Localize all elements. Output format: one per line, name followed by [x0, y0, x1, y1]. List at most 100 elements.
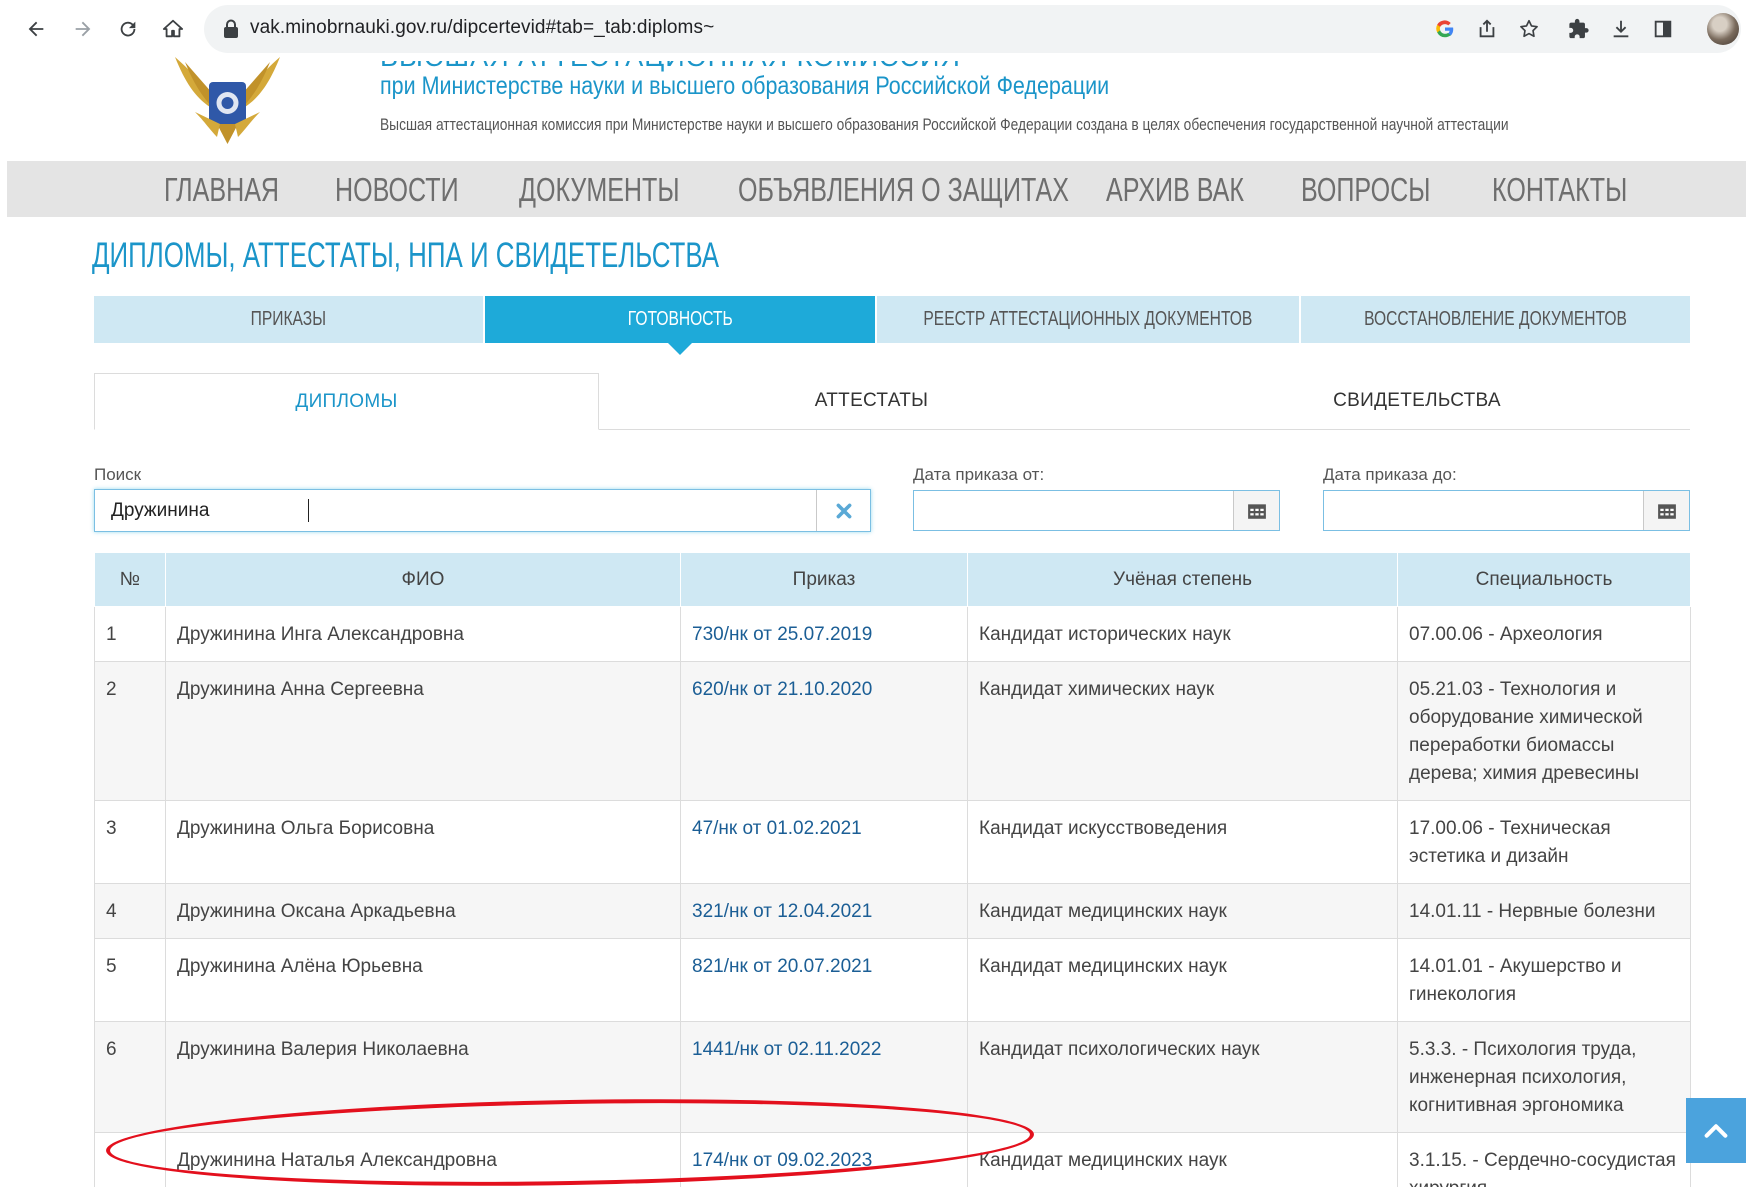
section-tabs: ПРИКАЗЫ ГОТОВНОСТЬ РЕЕСТР АТТЕСТАЦИОННЫХ… [94, 296, 1691, 355]
row-number: 1 [94, 606, 166, 662]
address-bar[interactable]: vak.minobrnauki.gov.ru/dipcertevid#tab=_… [204, 5, 1741, 53]
row-degree: Кандидат медицинских наук [967, 883, 1398, 939]
tab-label: ГОТОВНОСТЬ [627, 308, 733, 330]
text-caret [308, 499, 309, 522]
row-order-link[interactable]: 321/нк от 12.04.2021 [680, 883, 968, 939]
nav-item-home[interactable]: ГЛАВНАЯ [164, 171, 279, 209]
tab-attestations[interactable]: СВИДЕТЕЛЬСТВА [1144, 373, 1690, 429]
row-number: 4 [94, 883, 166, 939]
row-specialty: 5.3.3. - Психология труда, инженерная пс… [1397, 1021, 1691, 1133]
tab-readiness[interactable]: ГОТОВНОСТЬ [485, 296, 875, 355]
url-text[interactable]: vak.minobrnauki.gov.ru/dipcertevid#tab=_… [250, 17, 714, 39]
date-to-input[interactable] [1324, 491, 1644, 530]
row-order-link[interactable]: 821/нк от 20.07.2021 [680, 938, 968, 1022]
share-icon[interactable] [1474, 16, 1500, 42]
row-number: 3 [94, 800, 166, 884]
main-navigation: ГЛАВНАЯ НОВОСТИ ДОКУМЕНТЫ ОБЪЯВЛЕНИЯ О З… [7, 161, 1746, 217]
date-to-field [1323, 490, 1690, 531]
close-icon [836, 503, 851, 518]
column-header-specialty[interactable]: Специальность [1397, 552, 1691, 607]
search-input[interactable] [95, 490, 817, 531]
forward-icon[interactable] [67, 13, 99, 45]
row-degree: Кандидат искусствоведения [967, 800, 1398, 884]
tab-orders[interactable]: ПРИКАЗЫ [94, 296, 484, 343]
row-order-link[interactable]: 47/нк от 01.02.2021 [680, 800, 968, 884]
row-order-link[interactable]: 174/нк от 09.02.2023 [680, 1132, 968, 1187]
bookmark-star-icon[interactable] [1516, 16, 1542, 42]
row-name: Дружинина Валерия Николаевна [165, 1021, 681, 1133]
profile-avatar[interactable] [1707, 13, 1739, 45]
row-number: 6 [94, 1021, 166, 1133]
row-degree: Кандидат медицинских наук [967, 1132, 1398, 1187]
download-icon[interactable] [1608, 16, 1634, 42]
row-name: Дружинина Ольга Борисовна [165, 800, 681, 884]
row-specialty: 05.21.03 - Технология и оборудование хим… [1397, 661, 1691, 801]
google-icon[interactable] [1432, 16, 1458, 42]
scroll-to-top-button[interactable] [1686, 1098, 1746, 1163]
clear-search-button[interactable] [816, 490, 870, 531]
row-specialty: 07.00.06 - Археология [1397, 606, 1691, 662]
tab-label: РЕЕСТР АТТЕСТАЦИОННЫХ ДОКУМЕНТОВ [923, 308, 1253, 330]
date-to-calendar-button[interactable] [1643, 491, 1689, 530]
date-from-input[interactable] [914, 491, 1234, 530]
row-name: Дружинина Наталья Александровна [165, 1132, 681, 1187]
table-row: Дружинина Наталья Александровна 174/нк о… [94, 1132, 1691, 1187]
calendar-icon [1247, 503, 1266, 519]
search-label: Поиск [94, 465, 142, 484]
back-icon[interactable] [20, 13, 52, 45]
nav-item-contacts[interactable]: КОНТАКТЫ [1492, 171, 1627, 209]
tab-diplomas[interactable]: ДИПЛОМЫ [94, 373, 599, 430]
row-order-link[interactable]: 1441/нк от 02.11.2022 [680, 1021, 968, 1133]
results-table: № ФИО Приказ Учёная степень Специальност… [94, 552, 1691, 1187]
row-name: Дружинина Инга Александровна [165, 606, 681, 662]
tab-restoration[interactable]: ВОССТАНОВЛЕНИЕ ДОКУМЕНТОВ [1300, 296, 1691, 343]
reload-icon[interactable] [112, 13, 144, 45]
row-degree: Кандидат медицинских наук [967, 938, 1398, 1022]
tab-certificates[interactable]: АТТЕСТАТЫ [599, 373, 1144, 429]
date-from-field [913, 490, 1280, 531]
date-from-calendar-button[interactable] [1233, 491, 1279, 530]
row-specialty: 14.01.01 - Акушерство и гинекология [1397, 938, 1691, 1022]
row-degree: Кандидат психологических наук [967, 1021, 1398, 1133]
search-field [94, 489, 871, 532]
table-row: 6 Дружинина Валерия Николаевна 1441/нк о… [94, 1021, 1691, 1133]
header-subtitle: Высшая аттестационная комиссия при Минис… [380, 115, 1509, 134]
browser-toolbar: vak.minobrnauki.gov.ru/dipcertevid#tab=_… [0, 0, 1746, 58]
date-from-label: Дата приказа от: [913, 465, 1045, 484]
date-to-label: Дата приказа до: [1323, 465, 1457, 484]
row-number: 5 [94, 938, 166, 1022]
nav-item-documents[interactable]: ДОКУМЕНТЫ [519, 171, 680, 209]
column-header-degree[interactable]: Учёная степень [967, 552, 1398, 607]
row-number: 2 [94, 661, 166, 801]
row-specialty: 3.1.15. - Сердечно-сосудистая хирургия [1397, 1132, 1691, 1187]
chevron-up-icon [1704, 1123, 1728, 1138]
header-title[interactable]: при Министерстве науки и высшего образов… [380, 72, 1109, 101]
row-number [94, 1132, 166, 1187]
row-name: Дружинина Оксана Аркадьевна [165, 883, 681, 939]
row-order-link[interactable]: 730/нк от 25.07.2019 [680, 606, 968, 662]
table-row: 1 Дружинина Инга Александровна 730/нк от… [94, 606, 1691, 662]
tab-registry[interactable]: РЕЕСТР АТТЕСТАЦИОННЫХ ДОКУМЕНТОВ [876, 296, 1299, 343]
table-header-row: № ФИО Приказ Учёная степень Специальност… [94, 552, 1691, 607]
nav-item-news[interactable]: НОВОСТИ [335, 171, 459, 209]
nav-item-archive[interactable]: АРХИВ ВАК [1106, 171, 1244, 209]
row-order-link[interactable]: 620/нк от 21.10.2020 [680, 661, 968, 801]
calendar-icon [1657, 503, 1676, 519]
row-specialty: 17.00.06 - Техническая эстетика и дизайн [1397, 800, 1691, 884]
side-panel-icon[interactable] [1650, 16, 1676, 42]
document-type-tabs: ДИПЛОМЫ АТТЕСТАТЫ СВИДЕТЕЛЬСТВА [94, 373, 1690, 430]
tab-label: ВОССТАНОВЛЕНИЕ ДОКУМЕНТОВ [1363, 308, 1627, 330]
extensions-icon[interactable] [1566, 16, 1592, 42]
lock-icon [224, 19, 238, 38]
column-header-number[interactable]: № [94, 552, 166, 607]
column-header-order[interactable]: Приказ [680, 552, 968, 607]
nav-item-announcements[interactable]: ОБЪЯВЛЕНИЯ О ЗАЩИТАХ [738, 171, 1069, 209]
tab-label: ПРИКАЗЫ [251, 308, 327, 330]
column-header-name[interactable]: ФИО [165, 552, 681, 607]
nav-item-questions[interactable]: ВОПРОСЫ [1301, 171, 1430, 209]
table-row: 4 Дружинина Оксана Аркадьевна 321/нк от … [94, 883, 1691, 939]
table-row: 3 Дружинина Ольга Борисовна 47/нк от 01.… [94, 800, 1691, 884]
row-name: Дружинина Анна Сергеевна [165, 661, 681, 801]
row-degree: Кандидат химических наук [967, 661, 1398, 801]
home-icon[interactable] [157, 13, 189, 45]
